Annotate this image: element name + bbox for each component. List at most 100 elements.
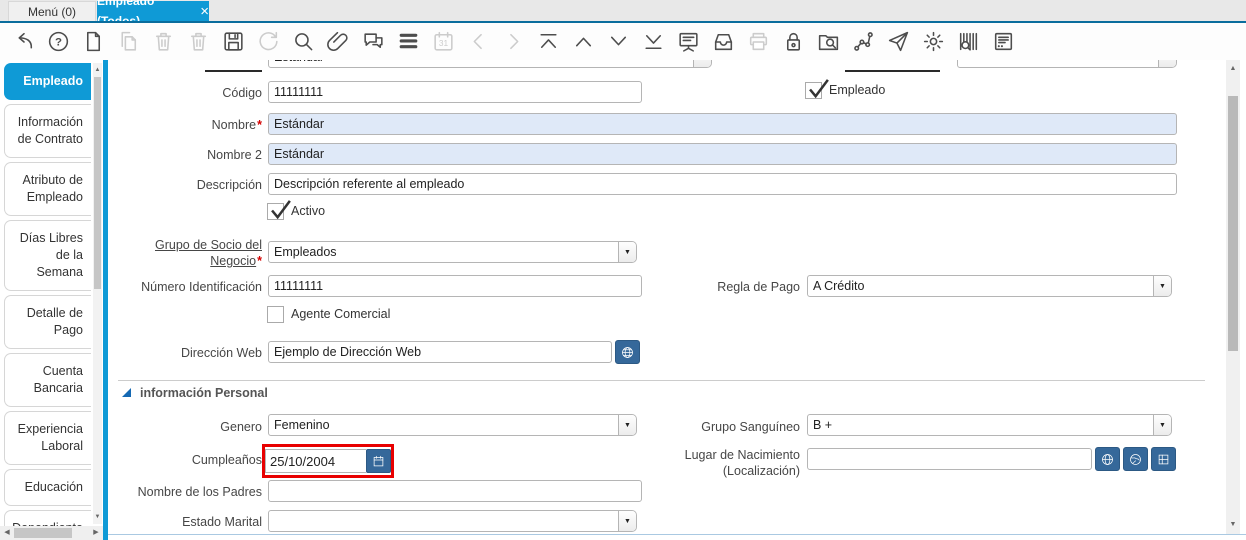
genero-input[interactable] <box>269 415 618 435</box>
direccion-web-label: Dirección Web <box>112 345 262 361</box>
help-icon[interactable]: ? <box>45 29 71 55</box>
sidebar-hscroll-thumb[interactable] <box>14 528 72 538</box>
sidebar-vertical-scrollbar[interactable]: ▲ ▼ <box>93 63 102 524</box>
sidebar-item-informacion-de-contrato[interactable]: Información de Contrato <box>4 104 91 158</box>
codigo-input[interactable] <box>269 82 641 102</box>
descripcion-field[interactable] <box>268 173 1177 195</box>
dropdown-button[interactable]: ▼ <box>618 415 636 435</box>
location-world-button[interactable] <box>1123 447 1148 471</box>
nombre-input[interactable] <box>269 114 1176 134</box>
product-info-icon[interactable] <box>955 29 981 55</box>
regla-pago-input[interactable] <box>808 276 1153 296</box>
grupo-sanguineo-field[interactable]: ▼ <box>807 414 1172 436</box>
log-icon[interactable] <box>990 29 1016 55</box>
attachment-icon[interactable] <box>325 29 351 55</box>
chat-icon[interactable] <box>360 29 386 55</box>
scroll-down-icon[interactable]: ▼ <box>1226 518 1240 532</box>
cumpleanos-field[interactable] <box>265 449 366 473</box>
codigo-field[interactable] <box>268 81 642 103</box>
sidebar-item-dias-libres-de-la-semana[interactable]: Días Libres de la Semana <box>4 220 91 291</box>
sidebar-item-dependiente[interactable]: Dependiente <box>4 510 91 526</box>
regla-pago-field[interactable]: ▼ <box>807 275 1172 297</box>
private-lock-icon[interactable] <box>780 29 806 55</box>
find-icon[interactable] <box>290 29 316 55</box>
tab-menu[interactable]: Menú (0) <box>8 1 96 21</box>
lugar-nacimiento-input[interactable] <box>808 449 1091 469</box>
descripcion-input[interactable] <box>269 174 1176 194</box>
agente-comercial-checkbox[interactable]: Agente Comercial <box>267 306 390 323</box>
dropdown-button[interactable]: ▼ <box>1153 276 1171 296</box>
estado-marital-input[interactable] <box>269 511 618 531</box>
sidebar-item-experiencia-laboral[interactable]: Experiencia Laboral <box>4 411 91 465</box>
genero-field[interactable]: ▼ <box>268 414 637 436</box>
main-scroll-thumb[interactable] <box>1228 96 1238 351</box>
calendar-picker-button[interactable] <box>366 449 391 473</box>
workflow-icon[interactable] <box>850 29 876 55</box>
nombre-field[interactable] <box>268 113 1177 135</box>
location-globe-button[interactable] <box>1095 447 1120 471</box>
scroll-up-icon[interactable]: ▲ <box>1226 62 1240 76</box>
parent-record-icon[interactable] <box>570 29 596 55</box>
dropdown-button[interactable]: ▼ <box>1153 415 1171 435</box>
first-record-icon[interactable] <box>535 29 561 55</box>
checkbox-box[interactable] <box>267 306 284 323</box>
agente-comercial-checkbox-label: Agente Comercial <box>291 306 390 321</box>
numero-identificacion-field[interactable] <box>268 275 642 297</box>
scroll-up-icon[interactable]: ▲ <box>93 63 102 77</box>
sidebar-item-cuenta-bancaria[interactable]: Cuenta Bancaria <box>4 353 91 407</box>
nombre2-input[interactable] <box>269 144 1176 164</box>
required-asterisk: * <box>257 118 262 132</box>
grupo-socio-field[interactable]: ▼ <box>268 241 637 263</box>
dropdown-button[interactable]: ▼ <box>618 511 636 531</box>
cumpleanos-input[interactable] <box>266 450 366 472</box>
sidebar-scroll-thumb[interactable] <box>94 77 101 289</box>
previous-record-icon <box>465 29 491 55</box>
detail-record-icon[interactable] <box>605 29 631 55</box>
send-mail-icon[interactable] <box>885 29 911 55</box>
collapse-triangle-icon[interactable] <box>122 388 131 397</box>
numero-identificacion-input[interactable] <box>269 276 641 296</box>
preferences-icon[interactable] <box>920 29 946 55</box>
lugar-nacimiento-field[interactable] <box>807 448 1092 470</box>
scroll-right-icon[interactable]: ▶ <box>89 526 103 540</box>
new-record-icon[interactable] <box>80 29 106 55</box>
world-map-icon <box>1128 452 1143 467</box>
location-map-button[interactable] <box>1151 447 1176 471</box>
sidebar-horizontal-scrollbar[interactable]: ◀ ▶ <box>0 526 103 540</box>
undo-icon[interactable] <box>10 29 36 55</box>
copy-record-icon <box>115 29 141 55</box>
report-icon[interactable] <box>675 29 701 55</box>
nombre2-field[interactable] <box>268 143 1177 165</box>
grupo-sanguineo-input[interactable] <box>808 415 1153 435</box>
nombre-padres-input[interactable] <box>269 481 641 501</box>
sidebar-item-empleado[interactable]: Empleado <box>4 63 91 100</box>
sidebar-item-atributo-de-empleado[interactable]: Atributo de Empleado <box>4 162 91 216</box>
grid-toggle-icon[interactable] <box>395 29 421 55</box>
checkbox-box[interactable] <box>267 203 284 220</box>
web-globe-button[interactable] <box>615 340 640 364</box>
save-icon[interactable] <box>220 29 246 55</box>
nombre-padres-field[interactable] <box>268 480 642 502</box>
scroll-left-icon[interactable]: ◀ <box>0 526 14 540</box>
app-window: Menú (0) Empleado (Todos) × ?31 Empleado… <box>0 0 1246 540</box>
scroll-down-icon[interactable]: ▼ <box>93 510 102 524</box>
last-record-icon[interactable] <box>640 29 666 55</box>
archive-icon[interactable] <box>710 29 736 55</box>
main-vertical-scrollbar[interactable]: ▲ ▼ <box>1226 60 1240 534</box>
activo-checkbox[interactable]: Activo <box>267 203 325 220</box>
nombre-label: Nombre* <box>112 117 262 133</box>
zoom-across-icon[interactable] <box>815 29 841 55</box>
sidebar-item-detalle-de-pago[interactable]: Detalle de Pago <box>4 295 91 349</box>
grupo-socio-input[interactable] <box>269 242 618 262</box>
empleado-checkbox[interactable]: Empleado <box>805 82 885 99</box>
sidebar-item-educacion[interactable]: Educación <box>4 469 91 506</box>
checkbox-box[interactable] <box>805 82 822 99</box>
close-tab-icon[interactable]: × <box>200 4 209 19</box>
direccion-web-field[interactable] <box>268 341 612 363</box>
section-divider <box>118 380 1205 381</box>
dropdown-button[interactable]: ▼ <box>618 242 636 262</box>
direccion-web-input[interactable] <box>269 342 611 362</box>
tab-empleado-todos[interactable]: Empleado (Todos) × <box>97 1 209 21</box>
delete-selection-icon <box>185 29 211 55</box>
estado-marital-field[interactable]: ▼ <box>268 510 637 532</box>
